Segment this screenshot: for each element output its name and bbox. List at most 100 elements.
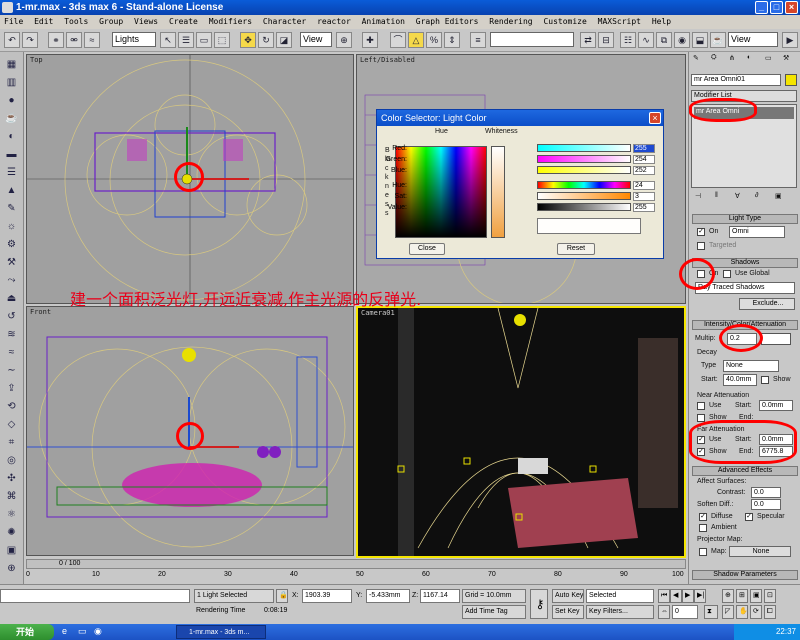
camera-icon[interactable]: ◎ — [4, 454, 19, 468]
hierarchy-tab-icon[interactable]: ⋔ — [729, 54, 735, 62]
plane-icon[interactable]: ▬ — [4, 148, 19, 162]
quicklaunch-media-icon[interactable]: ◉ — [94, 626, 102, 637]
hue-slider[interactable] — [537, 181, 631, 189]
x-coordinate[interactable]: 1903.39 — [302, 589, 352, 603]
material-editor-icon[interactable]: ◉ — [674, 32, 690, 48]
contrast-input[interactable]: 0.0 — [751, 487, 781, 498]
value-slider[interactable] — [537, 203, 631, 211]
link-icon[interactable]: ⚭ — [48, 32, 64, 48]
snap-toggle-icon[interactable]: ⌒ — [390, 32, 406, 48]
menu-character[interactable]: Character — [263, 17, 306, 26]
pin-stack-icon[interactable]: ⊣ — [695, 192, 701, 200]
light-icon[interactable]: ☼ — [4, 220, 19, 234]
light-on-checkbox[interactable]: ✓ — [697, 228, 705, 236]
time-config-icon[interactable]: ⧗ — [704, 605, 718, 619]
red-value[interactable]: 255 — [633, 144, 655, 153]
red-slider[interactable] — [537, 144, 631, 152]
value-value[interactable]: 255 — [633, 203, 655, 212]
reference-coord-dropdown[interactable]: View — [300, 32, 332, 47]
spinner-snap-icon[interactable]: ⇕ — [444, 32, 460, 48]
pan-icon[interactable]: ✋ — [736, 605, 748, 619]
key-filters-button[interactable]: Key Filters... — [586, 605, 654, 619]
menu-animation[interactable]: Animation — [362, 17, 405, 26]
named-selection-field[interactable] — [490, 32, 574, 47]
zoom-viewport-icon[interactable]: ⊕ — [722, 589, 734, 603]
display-tab-icon[interactable]: ▭ — [765, 54, 772, 62]
maximize-button[interactable]: □ — [770, 1, 783, 14]
menu-views[interactable]: Views — [134, 17, 158, 26]
make-unique-icon[interactable]: ∀ — [735, 192, 740, 200]
quicklaunch-desktop-icon[interactable]: ▭ — [78, 626, 87, 637]
near-start-input[interactable]: 0.0mm — [759, 400, 793, 411]
select-and-move-icon[interactable]: ✥ — [240, 32, 256, 48]
reset-button[interactable]: Reset — [557, 243, 595, 255]
whiteness-slider[interactable] — [491, 146, 505, 238]
exclude-button[interactable]: Exclude... — [739, 298, 795, 310]
object-name-field[interactable]: mr Area Omni01 — [691, 74, 781, 86]
auto-key-button[interactable]: Auto Key — [552, 589, 584, 603]
remove-modifier-icon[interactable]: ∂ — [755, 192, 758, 199]
motion-tab-icon[interactable]: ◐ — [747, 54, 751, 61]
menu-maxscript[interactable]: MAXScript — [598, 17, 641, 26]
particle-icon[interactable]: ✺ — [4, 526, 19, 540]
light-type-dropdown[interactable]: Omni — [729, 226, 785, 238]
taskbar-task-3dsmax[interactable]: 1-mr.max - 3ds m... — [176, 625, 266, 639]
menu-tools[interactable]: Tools — [64, 17, 88, 26]
green-slider[interactable] — [537, 155, 631, 163]
box-icon[interactable]: ▦ — [4, 58, 19, 72]
set-key-button[interactable]: Set Key — [552, 605, 584, 619]
twist-icon[interactable]: ↺ — [4, 310, 19, 324]
close-button[interactable]: Close — [409, 243, 445, 255]
menu-reactor[interactable]: reactor — [317, 17, 351, 26]
decay-type-dropdown[interactable]: None — [723, 360, 779, 372]
near-show-checkbox[interactable] — [697, 414, 705, 422]
menu-graph-editors[interactable]: Graph Editors — [416, 17, 479, 26]
shapes-icon[interactable]: ◐ — [4, 130, 19, 144]
teapot-icon[interactable]: ☕ — [4, 112, 19, 126]
orbit-icon[interactable]: ⟳ — [750, 605, 762, 619]
select-and-manipulate-icon[interactable]: ✚ — [362, 32, 378, 48]
menu-customize[interactable]: Customize — [543, 17, 586, 26]
angle-snap-icon[interactable]: △ — [408, 32, 424, 48]
decay-show-checkbox[interactable] — [761, 376, 769, 384]
field-of-view-icon[interactable]: ◸ — [722, 605, 734, 619]
edit-mesh-icon[interactable]: ◇ — [4, 418, 19, 432]
mirror-icon[interactable]: ⇄ — [580, 32, 596, 48]
uvw-icon[interactable]: ⌗ — [4, 436, 19, 450]
show-end-result-icon[interactable]: ‖ — [715, 192, 718, 199]
z-coordinate[interactable]: 1167.14 — [420, 589, 460, 603]
hue-blackness-field[interactable] — [395, 146, 487, 238]
targeted-checkbox[interactable] — [697, 242, 705, 250]
render-icon[interactable]: ▣ — [4, 544, 19, 558]
menu-edit[interactable]: Edit — [34, 17, 53, 26]
quicklaunch-ie-icon[interactable]: e — [62, 626, 67, 636]
noise-icon[interactable]: ≋ — [4, 328, 19, 342]
track-bar[interactable]: 0 10 20 30 40 50 60 70 80 90 100 — [26, 571, 686, 583]
ambient-checkbox[interactable] — [699, 524, 707, 532]
helper-icon[interactable]: ✣ — [4, 472, 19, 486]
diffuse-checkbox[interactable]: ✓ — [699, 513, 707, 521]
sat-slider[interactable] — [537, 192, 631, 200]
hue-value[interactable]: 24 — [633, 181, 655, 190]
configure-sets-icon[interactable]: ▣ — [775, 192, 782, 200]
schematic-view-icon[interactable]: ⧉ — [656, 32, 672, 48]
window-crossing-icon[interactable]: ⬚ — [214, 32, 230, 48]
sphere-icon[interactable]: ● — [4, 94, 19, 108]
render-scene-icon[interactable]: ⬓ — [692, 32, 708, 48]
menu-rendering[interactable]: Rendering — [489, 17, 532, 26]
menu-file[interactable]: File — [4, 17, 23, 26]
redo-icon[interactable]: ↷ — [22, 32, 38, 48]
close-button[interactable]: × — [785, 1, 798, 14]
percent-snap-icon[interactable]: % — [426, 32, 442, 48]
curve-editor-icon[interactable]: ∿ — [638, 32, 654, 48]
ripple-icon[interactable]: ≈ — [4, 346, 19, 360]
utilities-tab-icon[interactable]: ⚒ — [783, 54, 789, 62]
cylinder-icon[interactable]: ▥ — [4, 76, 19, 90]
map-checkbox[interactable] — [699, 548, 707, 556]
taper-icon[interactable]: ⏏ — [4, 292, 19, 306]
zoom-all-icon[interactable]: ⊞ — [736, 589, 748, 603]
sat-value[interactable]: 3 — [633, 192, 655, 201]
unlink-icon[interactable]: ⚮ — [66, 32, 82, 48]
y-coordinate[interactable]: -5.433mm — [366, 589, 410, 603]
bend-icon[interactable]: ⤳ — [4, 274, 19, 288]
